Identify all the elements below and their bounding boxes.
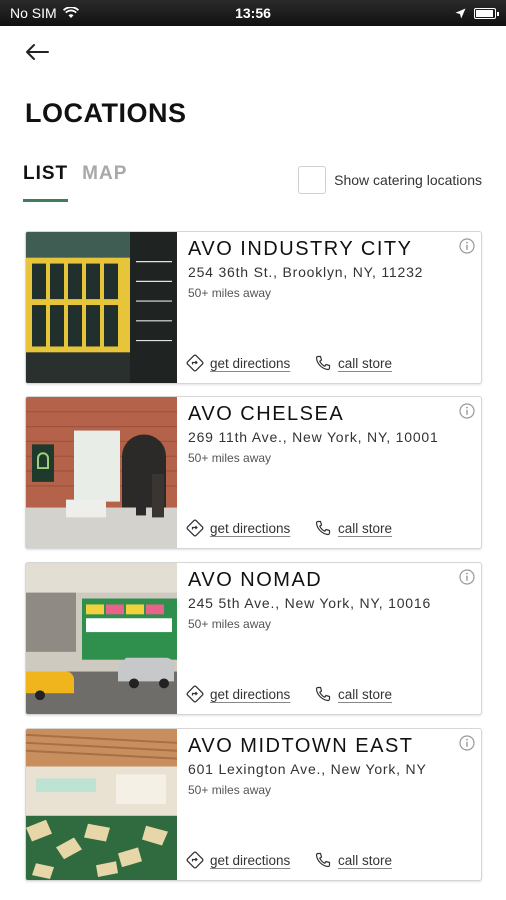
status-right bbox=[455, 7, 499, 19]
location-distance: 50+ miles away bbox=[188, 617, 272, 631]
call-store-label: call store bbox=[338, 686, 393, 702]
call-store-button[interactable]: call store bbox=[314, 685, 392, 703]
info-icon[interactable] bbox=[459, 403, 475, 419]
carrier-label: No SIM bbox=[10, 5, 57, 21]
get-directions-button[interactable]: get directions bbox=[186, 519, 290, 537]
directions-icon bbox=[186, 685, 204, 703]
back-arrow-icon[interactable] bbox=[22, 40, 52, 64]
location-distance: 50+ miles away bbox=[188, 286, 272, 300]
status-bar: No SIM 13:56 bbox=[0, 0, 506, 26]
get-directions-button[interactable]: get directions bbox=[186, 685, 290, 703]
call-store-label: call store bbox=[338, 355, 393, 371]
location-photo bbox=[26, 232, 177, 383]
directions-icon bbox=[186, 519, 204, 537]
location-name: AVO NOMAD bbox=[188, 569, 323, 591]
phone-icon bbox=[315, 686, 331, 702]
phone-icon bbox=[315, 852, 331, 868]
location-photo bbox=[26, 563, 177, 714]
location-photo bbox=[26, 397, 177, 548]
location-distance: 50+ miles away bbox=[188, 451, 272, 465]
status-left: No SIM bbox=[10, 5, 79, 21]
phone-icon bbox=[315, 520, 331, 536]
location-details: AVO MIDTOWN EAST 601 Lexington Ave., New… bbox=[186, 729, 481, 880]
view-tabs: LIST MAP bbox=[23, 163, 127, 202]
location-address: 601 Lexington Ave., New York, NY bbox=[188, 761, 427, 777]
location-details: AVO NOMAD 245 5th Ave., New York, NY, 10… bbox=[186, 563, 481, 714]
get-directions-label: get directions bbox=[210, 520, 291, 536]
location-card[interactable]: AVO NOMAD 245 5th Ave., New York, NY, 10… bbox=[25, 562, 482, 715]
get-directions-label: get directions bbox=[210, 355, 291, 371]
location-card[interactable]: AVO MIDTOWN EAST 601 Lexington Ave., New… bbox=[25, 728, 482, 881]
location-address: 269 11th Ave., New York, NY, 10001 bbox=[188, 429, 439, 445]
location-name: AVO INDUSTRY CITY bbox=[188, 238, 413, 260]
call-store-button[interactable]: call store bbox=[314, 519, 392, 537]
get-directions-button[interactable]: get directions bbox=[186, 354, 290, 372]
directions-icon bbox=[186, 851, 204, 869]
location-details: AVO INDUSTRY CITY 254 36th St., Brooklyn… bbox=[186, 232, 481, 383]
catering-checkbox[interactable] bbox=[298, 166, 327, 194]
location-photo bbox=[26, 729, 177, 880]
info-icon[interactable] bbox=[459, 238, 475, 254]
catering-label: Show catering locations bbox=[334, 172, 482, 188]
tab-map[interactable]: MAP bbox=[82, 163, 127, 202]
call-store-button[interactable]: call store bbox=[314, 354, 392, 372]
catering-filter[interactable]: Show catering locations bbox=[298, 166, 482, 194]
directions-icon bbox=[186, 354, 204, 372]
location-arrow-icon bbox=[455, 8, 466, 18]
location-name: AVO MIDTOWN EAST bbox=[188, 735, 414, 757]
info-icon[interactable] bbox=[459, 569, 475, 585]
location-address: 245 5th Ave., New York, NY, 10016 bbox=[188, 595, 432, 611]
location-card[interactable]: AVO INDUSTRY CITY 254 36th St., Brooklyn… bbox=[25, 231, 482, 384]
call-store-label: call store bbox=[338, 852, 393, 868]
call-store-label: call store bbox=[338, 520, 393, 536]
phone-icon bbox=[315, 355, 331, 371]
wifi-icon bbox=[62, 7, 79, 18]
battery-icon bbox=[474, 7, 499, 19]
location-details: AVO CHELSEA 269 11th Ave., New York, NY,… bbox=[186, 397, 481, 548]
get-directions-label: get directions bbox=[210, 686, 291, 702]
get-directions-button[interactable]: get directions bbox=[186, 851, 290, 869]
info-icon[interactable] bbox=[459, 735, 475, 751]
tab-list[interactable]: LIST bbox=[23, 163, 69, 202]
page-title: LOCATIONS bbox=[25, 98, 187, 128]
location-distance: 50+ miles away bbox=[188, 783, 272, 797]
get-directions-label: get directions bbox=[210, 852, 291, 868]
location-card[interactable]: AVO CHELSEA 269 11th Ave., New York, NY,… bbox=[25, 396, 482, 549]
location-address: 254 36th St., Brooklyn, NY, 11232 bbox=[188, 264, 424, 280]
call-store-button[interactable]: call store bbox=[314, 851, 392, 869]
location-name: AVO CHELSEA bbox=[188, 403, 345, 425]
